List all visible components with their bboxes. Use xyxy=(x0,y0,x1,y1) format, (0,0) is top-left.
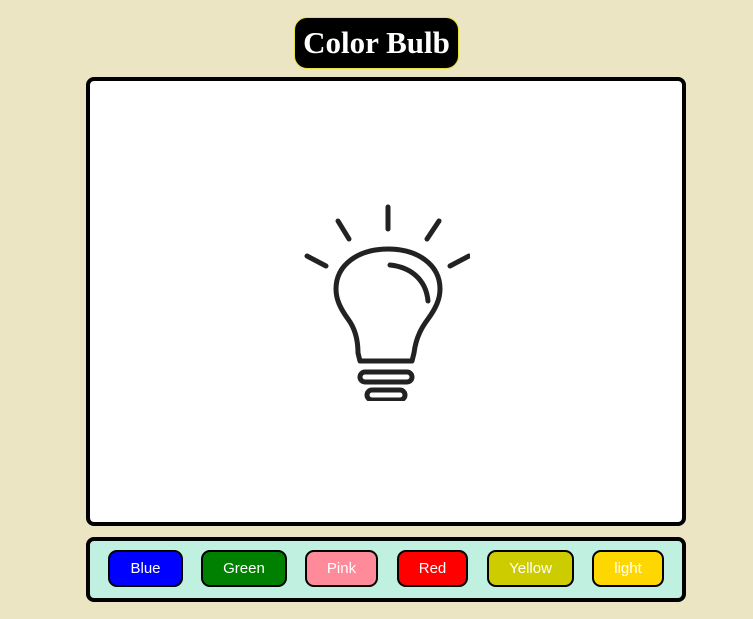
red-button[interactable]: Red xyxy=(397,550,468,587)
bulb-ray xyxy=(304,253,329,269)
green-button[interactable]: Green xyxy=(201,550,287,587)
bulb-base-ring xyxy=(357,369,415,385)
bulb-highlight xyxy=(387,262,431,304)
bulb-ray xyxy=(335,218,352,242)
light-button[interactable]: light xyxy=(592,550,664,587)
bulb-ray xyxy=(447,253,470,269)
yellow-button[interactable]: Yellow xyxy=(487,550,574,587)
title-wrapper: Color Bulb xyxy=(0,18,753,68)
page-title: Color Bulb xyxy=(295,18,458,68)
bulb-display-panel xyxy=(86,77,686,526)
color-button-bar: Blue Green Pink Red Yellow light xyxy=(86,537,686,602)
bulb-ray xyxy=(424,218,442,242)
lightbulb-icon xyxy=(304,204,470,401)
pink-button[interactable]: Pink xyxy=(305,550,378,587)
bulb-base-ring xyxy=(364,387,408,401)
blue-button[interactable]: Blue xyxy=(108,550,183,587)
